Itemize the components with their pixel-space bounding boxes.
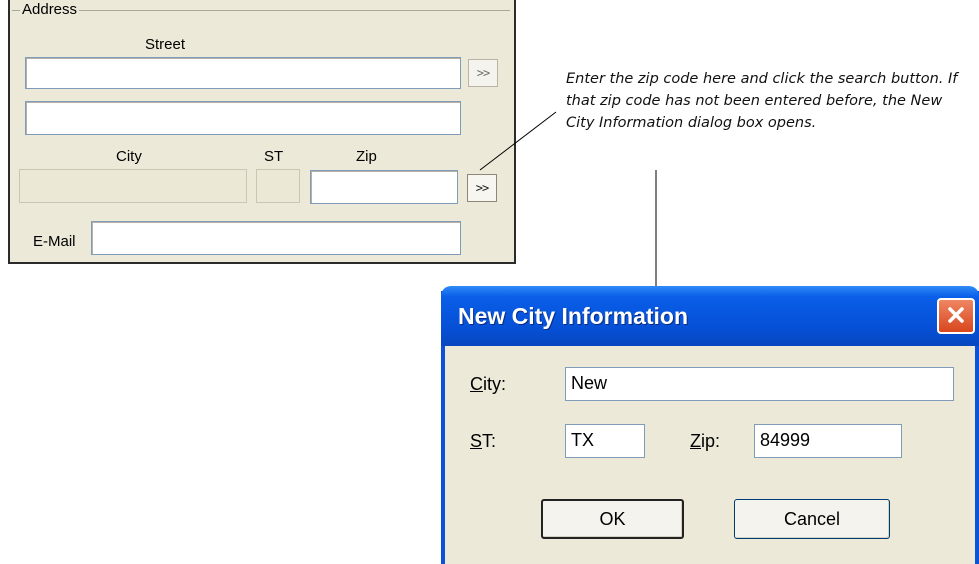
dialog-zip-label: Zip: <box>690 430 720 452</box>
st-label-rest: T: <box>482 431 497 451</box>
close-icon <box>948 307 964 323</box>
dialog-close-button[interactable] <box>937 298 975 334</box>
dialog-city-input[interactable]: New <box>565 367 954 401</box>
callout-line-to-zip-button <box>479 111 557 171</box>
dialog-st-input[interactable]: TX <box>565 424 645 458</box>
dialog-zip-input[interactable]: 84999 <box>754 424 902 458</box>
city-label-rest: ity: <box>483 374 507 394</box>
zip-label-rest: ip: <box>701 431 721 451</box>
st-mnemonic: S <box>470 431 483 451</box>
zip-mnemonic: Z <box>690 431 701 451</box>
dialog-title: New City Information <box>458 303 689 329</box>
ok-button[interactable]: OK <box>541 499 684 539</box>
city-mnemonic: C <box>470 374 483 394</box>
dialog-st-label: ST: <box>470 430 496 452</box>
dialog-city-label: City: <box>470 373 506 395</box>
cancel-button[interactable]: Cancel <box>734 499 890 539</box>
